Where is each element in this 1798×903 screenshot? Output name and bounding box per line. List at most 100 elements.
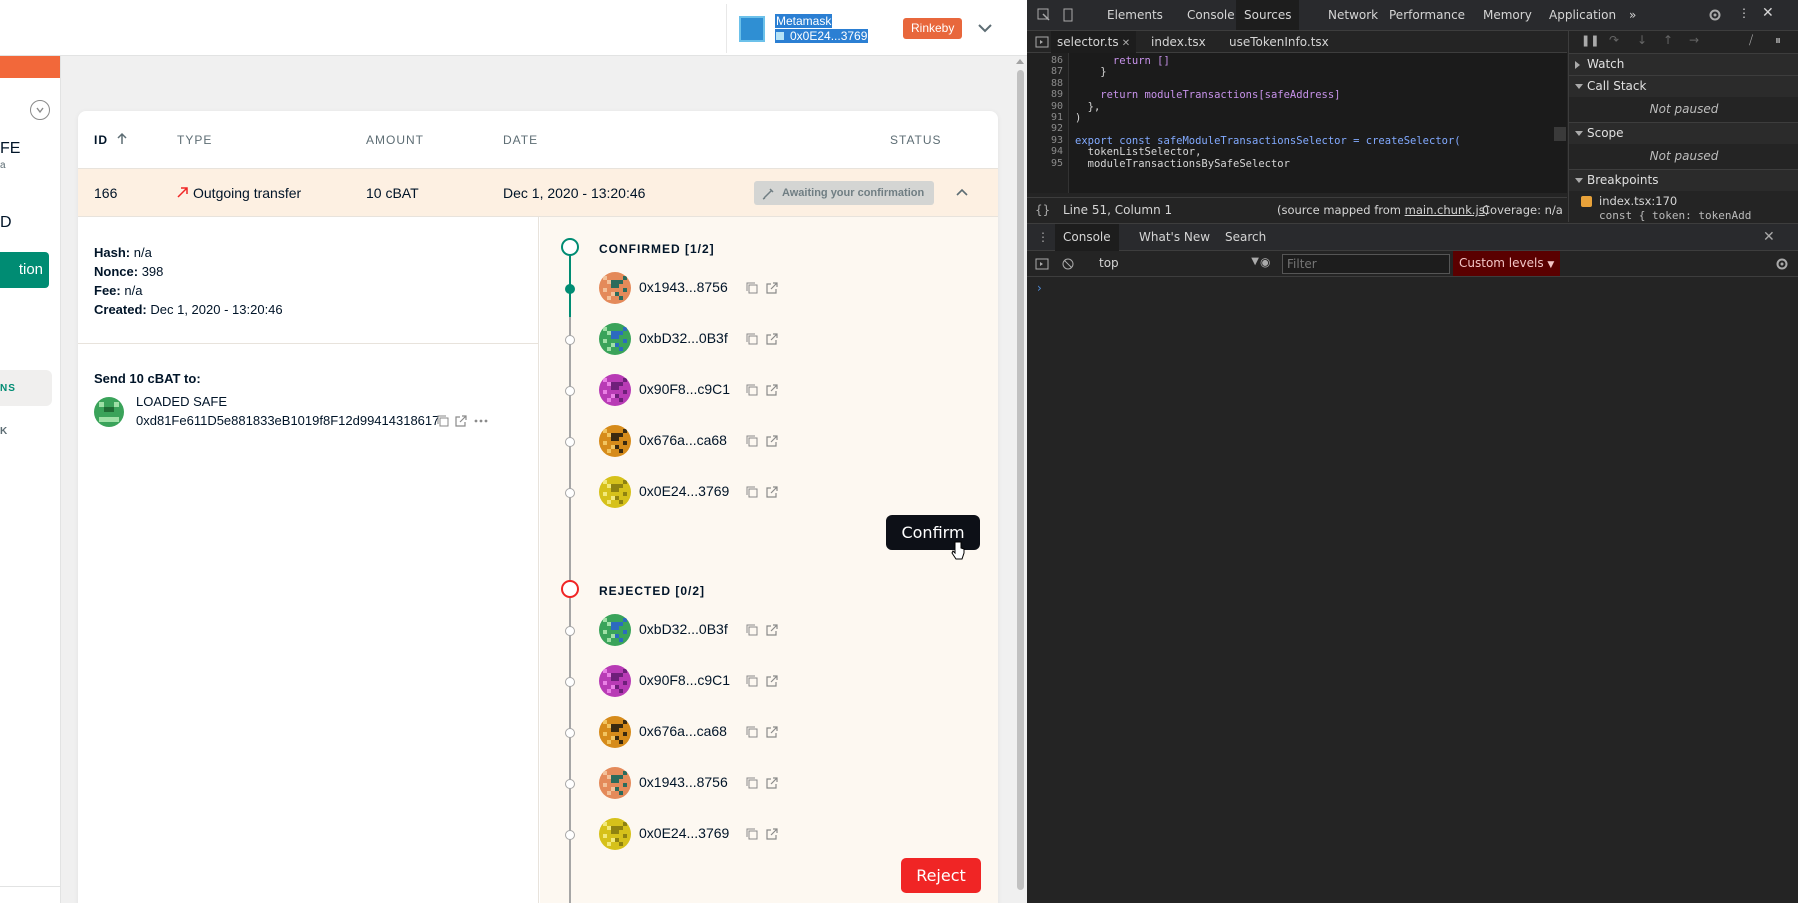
scope-section[interactable]: Scope: [1569, 122, 1798, 144]
console-output[interactable]: ›: [1027, 277, 1798, 903]
devtools-tab-network[interactable]: Network: [1328, 8, 1378, 22]
external-link-icon[interactable]: [765, 674, 779, 688]
device-toolbar-icon[interactable]: [1061, 8, 1075, 22]
line-number[interactable]: 94: [1033, 146, 1063, 157]
identicon-icon: [776, 32, 784, 40]
step-over-icon[interactable]: ↷: [1609, 33, 1619, 47]
new-transaction-button[interactable]: tion: [0, 252, 49, 288]
code-editor[interactable]: 86 return [] 87 } 88 89 return moduleTransa…: [1027, 53, 1567, 193]
close-icon[interactable]: ✕: [1762, 5, 1774, 21]
header-amount[interactable]: AMOUNT: [366, 133, 424, 147]
more-options-icon[interactable]: [474, 414, 488, 428]
header-date[interactable]: DATE: [503, 133, 538, 147]
line-number[interactable]: 87: [1033, 66, 1063, 77]
external-link-icon[interactable]: [765, 332, 779, 346]
copy-icon[interactable]: [745, 383, 759, 397]
sidebar-item-address-book[interactable]: K: [0, 426, 8, 437]
step-icon[interactable]: →: [1689, 33, 1699, 47]
external-link-icon[interactable]: [765, 485, 779, 499]
drawer-tab-search[interactable]: Search: [1217, 224, 1274, 251]
drawer-menu-icon[interactable]: ⋮: [1037, 230, 1049, 244]
external-link-icon[interactable]: [454, 414, 468, 428]
navigator-toggle-icon[interactable]: [1035, 35, 1049, 49]
breakpoint-file[interactable]: index.tsx:170: [1599, 194, 1677, 208]
close-icon[interactable]: ✕: [1763, 229, 1775, 245]
file-tab[interactable]: useTokenInfo.tsx: [1229, 35, 1329, 49]
line-number[interactable]: 95: [1033, 158, 1063, 169]
scroll-up-icon[interactable]: [1016, 59, 1024, 64]
devtools-tab-console[interactable]: Console: [1187, 8, 1235, 22]
copy-icon[interactable]: [745, 827, 759, 841]
breakpoints-section[interactable]: Breakpoints: [1569, 169, 1798, 191]
line-number[interactable]: 92: [1033, 123, 1063, 134]
filter-input[interactable]: [1282, 254, 1450, 274]
table-row[interactable]: 166 Outgoing transfer 10 cBAT Dec 1, 202…: [78, 168, 998, 217]
file-tab[interactable]: selector.ts ✕: [1051, 31, 1137, 53]
sidebar-item-transactions-label[interactable]: NS: [0, 383, 16, 394]
console-settings-icon[interactable]: [1775, 257, 1789, 271]
more-tabs-icon[interactable]: »: [1629, 8, 1636, 22]
file-tab[interactable]: index.tsx: [1151, 35, 1206, 49]
copy-icon[interactable]: [745, 623, 759, 637]
drawer-tab-what-s-new[interactable]: What's New: [1131, 224, 1218, 251]
close-icon[interactable]: ✕: [1119, 38, 1130, 49]
pause-on-exceptions-icon[interactable]: ⏸: [1775, 33, 1781, 48]
pause-icon[interactable]: ❚❚: [1581, 34, 1599, 47]
line-number[interactable]: 88: [1033, 78, 1063, 89]
pretty-print-icon[interactable]: {}: [1035, 203, 1050, 217]
devtools-tab-sources[interactable]: Sources: [1236, 0, 1300, 30]
watch-section[interactable]: Watch: [1569, 53, 1798, 75]
external-link-icon[interactable]: [765, 776, 779, 790]
provider-info[interactable]: Metamask 0x0E24...3769 Rinkeby: [726, 4, 996, 53]
chevron-down-icon[interactable]: [975, 18, 995, 38]
sidebar-toggle-icon[interactable]: [1035, 257, 1049, 271]
drawer-tab-console[interactable]: Console: [1055, 224, 1119, 251]
copy-icon[interactable]: [745, 485, 759, 499]
copy-icon[interactable]: [745, 281, 759, 295]
scroll-thumb[interactable]: [1017, 70, 1024, 890]
sort-asc-icon[interactable]: [115, 132, 129, 146]
chevron-up-icon[interactable]: [954, 185, 970, 201]
external-link-icon[interactable]: [765, 623, 779, 637]
line-number[interactable]: 93: [1033, 135, 1063, 146]
external-link-icon[interactable]: [765, 725, 779, 739]
header-type[interactable]: TYPE: [177, 133, 212, 147]
external-link-icon[interactable]: [765, 281, 779, 295]
copy-icon[interactable]: [745, 725, 759, 739]
deactivate-breakpoints-icon[interactable]: ⧸: [1749, 33, 1753, 48]
copy-icon[interactable]: [745, 674, 759, 688]
copy-icon[interactable]: [745, 332, 759, 346]
line-number[interactable]: 86: [1033, 55, 1063, 66]
breakpoint-checkbox[interactable]: [1581, 196, 1592, 207]
copy-icon[interactable]: [745, 776, 759, 790]
line-number[interactable]: 91: [1033, 112, 1063, 123]
copy-icon[interactable]: [745, 434, 759, 448]
context-select[interactable]: top ▼: [1099, 256, 1259, 270]
settings-gear-icon[interactable]: [1708, 8, 1722, 22]
external-link-icon[interactable]: [765, 827, 779, 841]
devtools-tab-application[interactable]: Application: [1549, 8, 1616, 22]
console-prompt-icon[interactable]: ›: [1037, 281, 1042, 295]
step-out-icon[interactable]: ↑: [1663, 33, 1673, 47]
step-into-icon[interactable]: ↓: [1637, 33, 1647, 47]
clear-console-icon[interactable]: [1061, 257, 1075, 271]
line-number[interactable]: 89: [1033, 89, 1063, 100]
kebab-menu-icon[interactable]: ⋮: [1738, 6, 1750, 20]
page-scrollbar[interactable]: [1013, 56, 1027, 903]
line-number[interactable]: 90: [1033, 101, 1063, 112]
header-id[interactable]: ID: [94, 133, 108, 147]
editor-scrollbar[interactable]: [1554, 127, 1566, 141]
copy-icon[interactable]: [436, 414, 450, 428]
eye-icon[interactable]: ◉: [1260, 255, 1270, 269]
inspect-icon[interactable]: [1037, 8, 1051, 22]
devtools-tab-performance[interactable]: Performance: [1389, 8, 1465, 22]
external-link-icon[interactable]: [765, 434, 779, 448]
devtools-tab-elements[interactable]: Elements: [1107, 8, 1163, 22]
devtools-tab-memory[interactable]: Memory: [1483, 8, 1532, 22]
log-levels-dropdown[interactable]: Custom levels ▼: [1453, 251, 1561, 276]
call-stack-section[interactable]: Call Stack: [1569, 75, 1798, 97]
external-link-icon[interactable]: [765, 383, 779, 397]
source-mapped-link[interactable]: main.chunk.js: [1405, 203, 1485, 217]
chevron-down-icon[interactable]: [30, 100, 50, 120]
reject-button[interactable]: Reject: [901, 858, 981, 893]
